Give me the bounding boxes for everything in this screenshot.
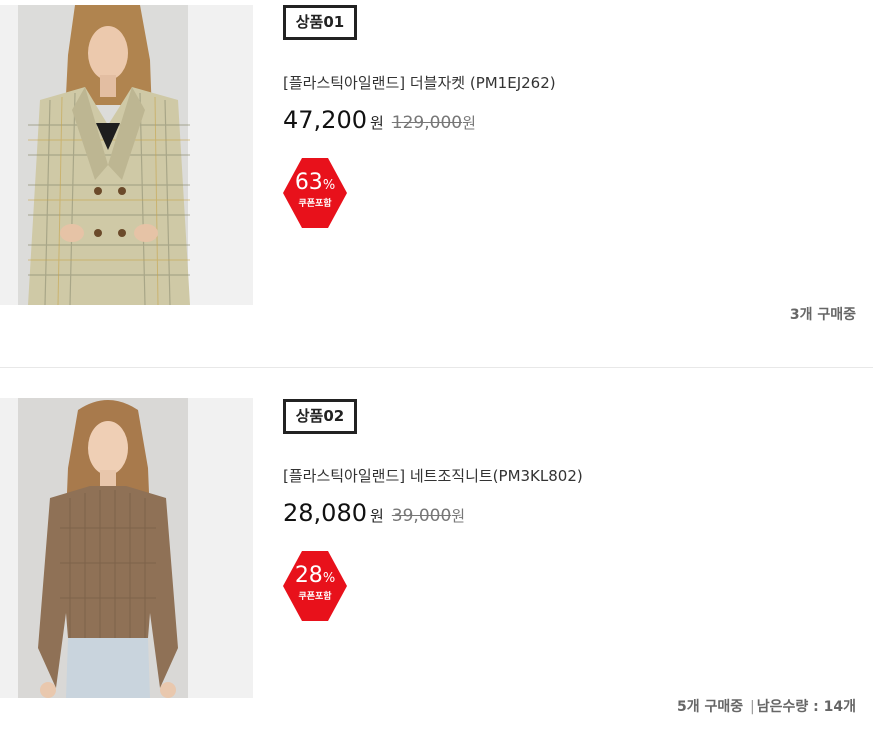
purchase-count: 3개 구매중 — [789, 307, 856, 323]
discount-percent: 63% — [294, 170, 336, 195]
meta-separator: | — [750, 699, 755, 715]
coupon-included-label: 쿠폰포함 — [298, 592, 332, 602]
product-image[interactable] — [0, 398, 253, 698]
price-row: 28,080 원 39,000원 — [283, 499, 465, 531]
purchase-status: 3개 구매중 — [790, 304, 856, 324]
sale-price-unit: 원 — [369, 114, 384, 132]
discount-badge: 63% 쿠폰포함 — [282, 157, 348, 229]
original-price-unit: 원 — [462, 114, 476, 132]
sale-price-unit: 원 — [369, 507, 384, 525]
product-card[interactable]: 상품01 [플라스틱아일랜드] 더블자켓 (PM1EJ262) 47,200 원 1… — [0, 0, 873, 368]
original-price-unit: 원 — [451, 507, 466, 525]
original-price: 129,000 — [391, 113, 463, 133]
sale-price: 47,200 — [283, 106, 367, 134]
purchase-count: 5개 구매중 — [677, 699, 744, 715]
product-name[interactable]: [플라스틱아일랜드] 네트조직니트(PM3KL802) — [283, 465, 583, 486]
product-image[interactable] — [0, 5, 253, 305]
original-price: 39,000 — [391, 506, 452, 526]
product-number-badge: 상품02 — [283, 399, 357, 434]
sale-price: 28,080 — [283, 499, 367, 527]
product-number-badge: 상품01 — [283, 5, 357, 40]
remaining-stock: 남은수량 : 14개 — [756, 699, 856, 715]
discount-percent: 28% — [294, 563, 336, 588]
discount-badge: 28% 쿠폰포함 — [282, 550, 348, 622]
purchase-status: 5개 구매중 | 남은수량 : 14개 — [677, 696, 856, 716]
product-card[interactable]: 상품02 [플라스틱아일랜드] 네트조직니트(PM3KL802) 28,080 원… — [0, 368, 873, 742]
price-row: 47,200 원 129,000원 — [283, 106, 476, 138]
product-name[interactable]: [플라스틱아일랜드] 더블자켓 (PM1EJ262) — [283, 72, 556, 93]
coupon-included-label: 쿠폰포함 — [298, 199, 332, 209]
